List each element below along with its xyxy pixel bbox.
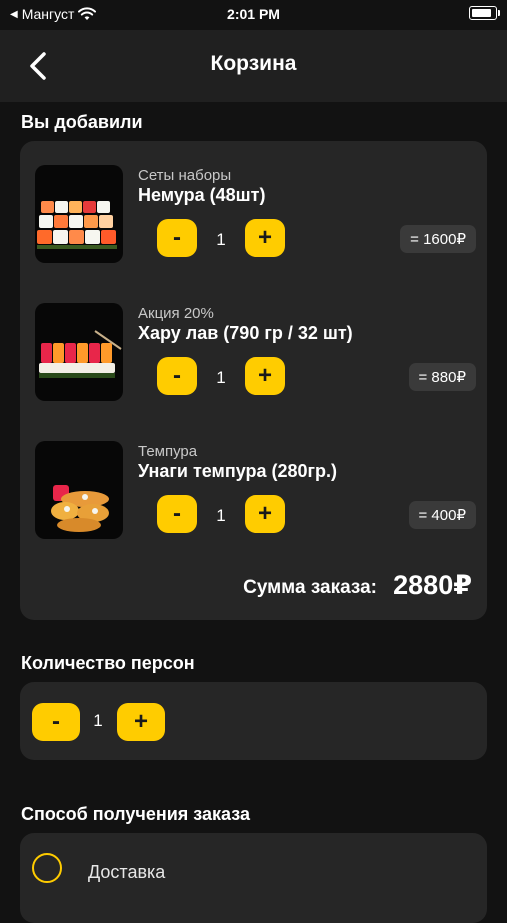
cart-item: Сеты наборы Немура (48шт) - 1 + = 1600₽ bbox=[35, 165, 476, 265]
decrease-persons-button[interactable]: - bbox=[32, 703, 80, 741]
delivery-options-card: Доставка bbox=[20, 833, 487, 923]
cart-card: Сеты наборы Немура (48шт) - 1 + = 1600₽ … bbox=[20, 141, 487, 620]
page-title: Корзина bbox=[210, 52, 297, 75]
item-quantity: 1 bbox=[216, 506, 226, 525]
product-image[interactable] bbox=[35, 303, 123, 401]
item-quantity: 1 bbox=[216, 368, 226, 387]
order-total-value: 2880₽ bbox=[393, 570, 472, 600]
radio-button-icon[interactable] bbox=[32, 853, 62, 883]
persons-count: 1 bbox=[93, 711, 103, 730]
delivery-option[interactable]: Доставка bbox=[20, 833, 487, 903]
status-bar: ◀ Мангуст 2:01 PM bbox=[0, 0, 507, 30]
product-image[interactable] bbox=[35, 165, 123, 263]
item-name: Хару лав (790 гр / 32 шт) bbox=[138, 323, 353, 343]
item-name: Немура (48шт) bbox=[138, 185, 266, 205]
item-category: Темпура bbox=[138, 443, 198, 460]
item-quantity: 1 bbox=[216, 230, 226, 249]
item-category: Сеты наборы bbox=[138, 167, 232, 184]
delivery-option-label: Доставка bbox=[88, 862, 166, 882]
persons-card: - 1 + bbox=[20, 682, 487, 760]
item-price: = 1600₽ bbox=[400, 225, 476, 253]
decrease-quantity-button[interactable]: - bbox=[157, 219, 197, 257]
navigation-bar: Корзина bbox=[0, 30, 507, 102]
increase-quantity-button[interactable]: + bbox=[245, 219, 285, 257]
status-bar-time: 2:01 PM bbox=[227, 6, 280, 22]
cart-section-title: Вы добавили bbox=[21, 112, 143, 132]
delivery-section-title: Способ получения заказа bbox=[21, 804, 250, 824]
product-image[interactable] bbox=[35, 441, 123, 539]
item-name: Унаги темпура (280гр.) bbox=[138, 461, 338, 481]
order-total-label: Сумма заказа: bbox=[243, 577, 377, 598]
cart-item: Акция 20% Хару лав (790 гр / 32 шт) - 1 … bbox=[35, 303, 476, 403]
cart-item: Темпура Унаги темпура (280гр.) - 1 + = 4… bbox=[35, 441, 476, 541]
item-price: = 400₽ bbox=[408, 501, 476, 529]
increase-quantity-button[interactable]: + bbox=[245, 495, 285, 533]
decrease-quantity-button[interactable]: - bbox=[157, 357, 197, 395]
item-category: Акция 20% bbox=[138, 305, 214, 322]
decrease-quantity-button[interactable]: - bbox=[157, 495, 197, 533]
persons-section-title: Количество персон bbox=[21, 653, 195, 673]
increase-persons-button[interactable]: + bbox=[117, 703, 165, 741]
item-price: = 880₽ bbox=[408, 363, 476, 391]
increase-quantity-button[interactable]: + bbox=[245, 357, 285, 395]
battery-icon bbox=[469, 6, 500, 20]
